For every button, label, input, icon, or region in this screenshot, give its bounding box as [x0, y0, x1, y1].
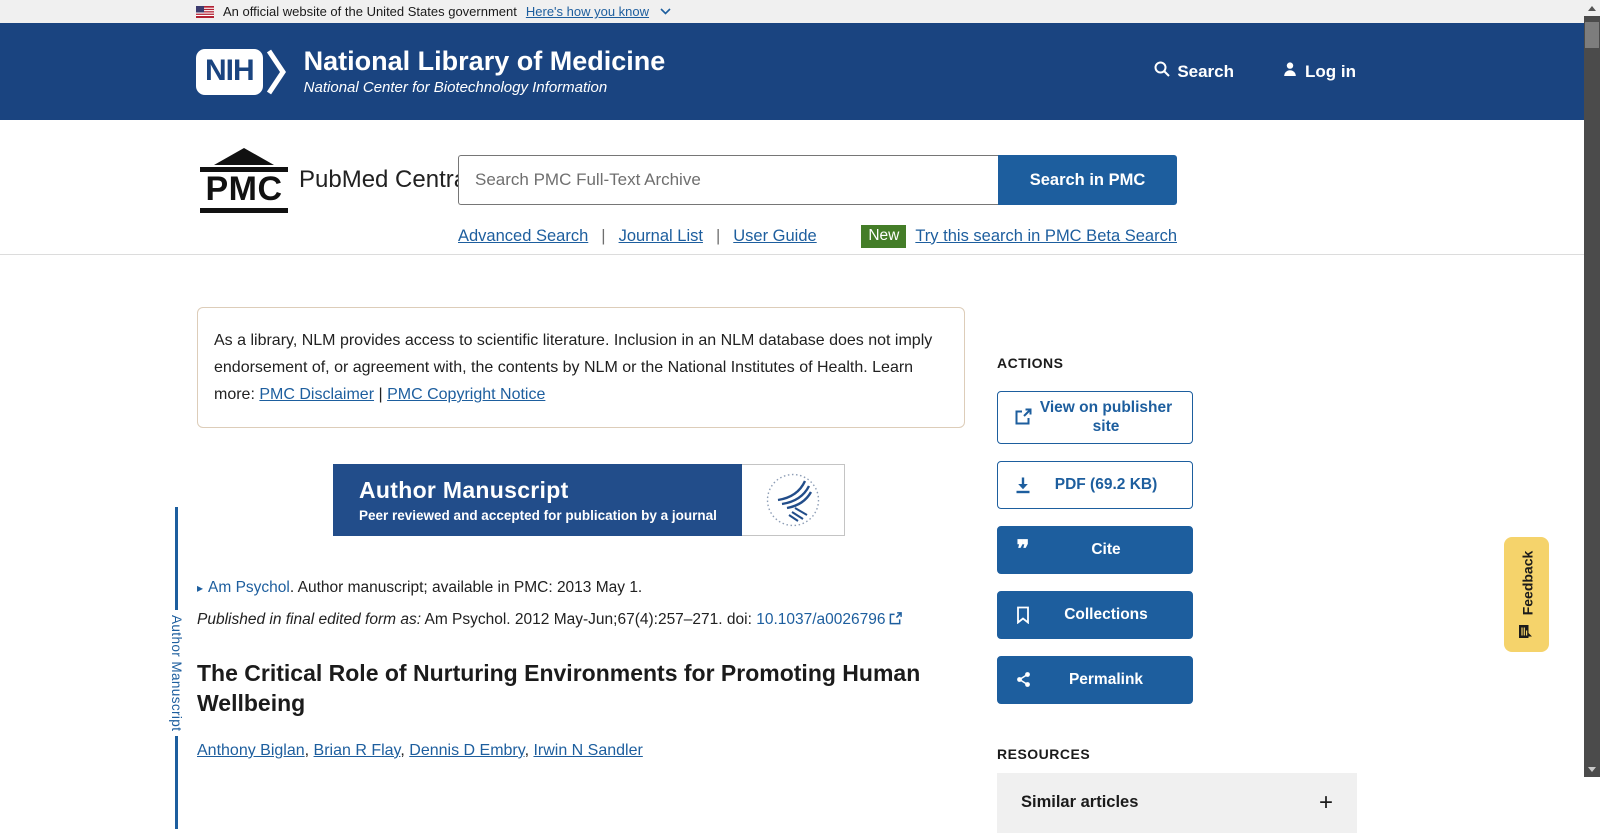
author-manuscript-rail: Author Manuscript	[168, 507, 185, 829]
bookmark-icon	[1012, 606, 1034, 624]
pmc-building-icon: PMC	[200, 148, 288, 213]
pmc-article-page: An official website of the United States…	[0, 0, 1584, 777]
action-button-label: Collections	[1034, 605, 1178, 624]
header-login-button[interactable]: Log in	[1282, 61, 1356, 82]
breadcrumb-arrow-icon: ▸	[197, 581, 203, 595]
author-link[interactable]: Brian R Flay	[314, 742, 401, 759]
header-nav: Search Log in	[1154, 61, 1356, 82]
collections-button[interactable]: Collections	[997, 591, 1193, 639]
search-in-pmc-button[interactable]: Search in PMC	[998, 155, 1177, 205]
feedback-label: Feedback	[1519, 550, 1535, 615]
external-link-icon	[1012, 408, 1034, 426]
journal-list-link[interactable]: Journal List	[619, 227, 703, 246]
feedback-icon	[1517, 623, 1536, 639]
view-on-publisher-button[interactable]: View on publisher site	[997, 391, 1193, 444]
published-as-text: Am Psychol. 2012 May-Jun;67(4):257–271. …	[421, 611, 756, 628]
hhs-logo	[742, 464, 845, 536]
gov-banner-text: An official website of the United States…	[223, 4, 517, 19]
similar-articles-toggle[interactable]: Similar articles +	[997, 773, 1357, 833]
site-subtitle: National Center for Biotechnology Inform…	[304, 79, 666, 96]
beta-search-link[interactable]: Try this search in PMC Beta Search	[915, 227, 1177, 246]
external-link-icon	[889, 612, 902, 630]
banner-text-panel: Author Manuscript Peer reviewed and acce…	[333, 464, 742, 536]
main-content: Author Manuscript As a library, NLM prov…	[0, 307, 1584, 829]
feedback-button[interactable]: Feedback	[1504, 537, 1549, 652]
author-link[interactable]: Dennis D Embry	[409, 742, 524, 759]
gov-banner: An official website of the United States…	[0, 0, 1584, 23]
new-badge: New	[861, 225, 906, 248]
pmc-copyright-link[interactable]: PMC Copyright Notice	[387, 386, 545, 403]
user-icon	[1282, 61, 1298, 82]
link-separator: |	[601, 227, 605, 246]
pmc-search-input[interactable]	[458, 155, 998, 205]
availability-line: ▸ Am Psychol. Author manuscript; availabl…	[197, 579, 977, 597]
beta-search-group: New Try this search in PMC Beta Search	[861, 225, 1177, 248]
action-button-label: Cite	[1034, 540, 1178, 559]
disclaimer-separator: |	[378, 386, 382, 403]
published-as-label: Published in final edited form as:	[197, 611, 421, 628]
sidebar: ACTIONS View on publisher site PDF (69.2…	[997, 307, 1357, 833]
pdf-download-button[interactable]: PDF (69.2 KB)	[997, 461, 1193, 509]
search-icon	[1154, 61, 1170, 82]
journal-link[interactable]: Am Psychol	[208, 579, 290, 596]
header-login-label: Log in	[1305, 62, 1356, 82]
page-scrollbar[interactable]	[1584, 0, 1600, 777]
article-column: As a library, NLM provides access to sci…	[197, 307, 977, 760]
rail-line	[175, 507, 179, 610]
advanced-search-link[interactable]: Advanced Search	[458, 227, 588, 246]
header-titles: National Library of Medicine National Ce…	[304, 47, 666, 97]
header-search-label: Search	[1177, 62, 1234, 82]
nih-logo[interactable]: NIH	[196, 48, 288, 96]
disclaimer-text: As a library, NLM provides access to sci…	[214, 332, 932, 376]
action-button-label: Permalink	[1034, 670, 1178, 689]
permalink-button[interactable]: Permalink	[997, 656, 1193, 704]
pmc-disclaimer-link[interactable]: PMC Disclaimer	[259, 386, 374, 403]
pmc-logo-title: PubMed Central®	[299, 166, 482, 194]
article-title: The Critical Role of Nurturing Environme…	[197, 658, 997, 718]
share-icon	[1012, 671, 1034, 688]
how-you-know-link[interactable]: Here's how you know	[526, 4, 649, 19]
author-link[interactable]: Anthony Biglan	[197, 742, 305, 759]
us-flag-icon	[196, 6, 214, 18]
pmc-logo-acronym: PMC	[205, 172, 282, 208]
author-separator: ,	[305, 742, 314, 759]
author-separator: ,	[400, 742, 409, 759]
availability-text: . Author manuscript; available in PMC: 2…	[290, 579, 642, 596]
site-header: NIH National Library of Medicine Nationa…	[0, 23, 1584, 120]
site-title: National Library of Medicine	[304, 47, 666, 77]
header-search-button[interactable]: Search	[1154, 61, 1234, 82]
banner-title: Author Manuscript	[359, 477, 732, 504]
doi-link[interactable]: 10.1037/a0026796	[756, 611, 885, 628]
rail-line	[175, 736, 179, 829]
resources-heading: RESOURCES	[997, 746, 1357, 762]
author-list: Anthony Biglan, Brian R Flay, Dennis D E…	[197, 742, 977, 760]
actions-heading: ACTIONS	[997, 355, 1357, 371]
quote-icon: ❞	[1012, 543, 1034, 557]
resource-label: Similar articles	[1021, 793, 1138, 812]
nih-chevron-icon	[266, 48, 288, 96]
action-button-label: PDF (69.2 KB)	[1034, 475, 1178, 494]
download-icon	[1012, 476, 1034, 494]
action-button-label: View on publisher site	[1034, 398, 1178, 437]
chevron-down-icon[interactable]	[660, 8, 671, 15]
scroll-down-arrow-icon[interactable]	[1588, 767, 1596, 772]
plus-icon[interactable]: +	[1319, 789, 1333, 817]
author-manuscript-banner: Author Manuscript Peer reviewed and acce…	[333, 464, 845, 536]
banner-subtitle: Peer reviewed and accepted for publicati…	[359, 508, 732, 523]
rail-label: Author Manuscript	[169, 615, 184, 731]
pmc-nav-links: Advanced Search | Journal List | User Gu…	[458, 227, 817, 246]
nlm-disclaimer-box: As a library, NLM provides access to sci…	[197, 307, 965, 428]
pmc-logo[interactable]: PMC PubMed Central®	[200, 148, 458, 213]
cite-button[interactable]: ❞ Cite	[997, 526, 1193, 574]
pmc-search-section: PMC PubMed Central® Search in PMC Advanc…	[0, 120, 1584, 255]
published-as-line: Published in final edited form as: Am Ps…	[197, 611, 977, 630]
nih-logo-acronym: NIH	[196, 49, 263, 95]
author-link[interactable]: Irwin N Sandler	[533, 742, 642, 759]
link-separator: |	[716, 227, 720, 246]
pmc-search-box: Search in PMC	[458, 155, 1177, 205]
user-guide-link[interactable]: User Guide	[733, 227, 816, 246]
scrollbar-thumb[interactable]	[1585, 22, 1599, 48]
scroll-up-arrow-icon[interactable]	[1588, 6, 1596, 11]
